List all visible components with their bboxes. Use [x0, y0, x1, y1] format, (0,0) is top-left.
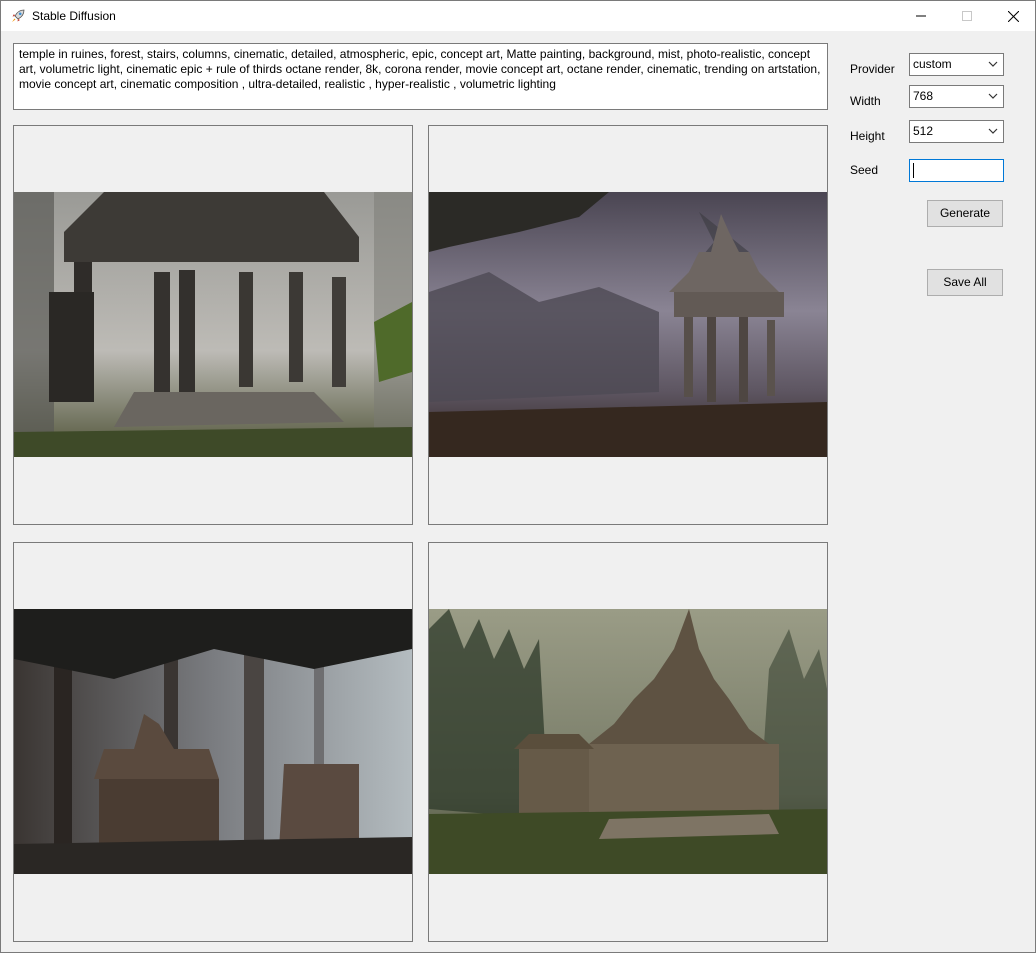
temple-image-3 [14, 609, 412, 874]
minimize-button[interactable] [898, 1, 944, 31]
text-caret [913, 163, 914, 178]
maximize-icon [962, 11, 972, 21]
close-button[interactable] [990, 1, 1036, 31]
save-all-button[interactable]: Save All [927, 269, 1003, 296]
rocket-icon [12, 9, 25, 22]
image-panel-2[interactable] [428, 125, 828, 525]
provider-dropdown[interactable]: custom [909, 53, 1004, 76]
height-dropdown[interactable]: 512 [909, 120, 1004, 143]
seed-label: Seed [850, 163, 879, 177]
window-title: Stable Diffusion [32, 9, 116, 23]
image-panel-3[interactable] [13, 542, 413, 942]
app-window: Stable Diffusion temple in ruines, fores… [0, 0, 1036, 953]
chevron-down-icon [988, 128, 998, 134]
title-bar: Stable Diffusion [1, 1, 1035, 31]
generate-button[interactable]: Generate [927, 200, 1003, 227]
image-panel-4[interactable] [428, 542, 828, 942]
height-label: Height [850, 129, 885, 143]
minimize-icon [916, 15, 926, 17]
chevron-down-icon [988, 61, 998, 67]
temple-image-1 [14, 192, 412, 457]
temple-image-4 [429, 609, 827, 874]
temple-image-2 [429, 192, 827, 457]
width-value: 768 [913, 89, 934, 103]
image-panel-1[interactable] [13, 125, 413, 525]
provider-value: custom [913, 57, 952, 71]
prompt-textbox[interactable]: temple in ruines, forest, stairs, column… [13, 43, 828, 110]
height-value: 512 [913, 124, 934, 138]
provider-label: Provider [850, 62, 895, 76]
maximize-button[interactable] [944, 1, 990, 31]
seed-input[interactable] [909, 159, 1004, 182]
close-icon [1007, 10, 1019, 22]
width-label: Width [850, 94, 881, 108]
width-dropdown[interactable]: 768 [909, 85, 1004, 108]
chevron-down-icon [988, 93, 998, 99]
